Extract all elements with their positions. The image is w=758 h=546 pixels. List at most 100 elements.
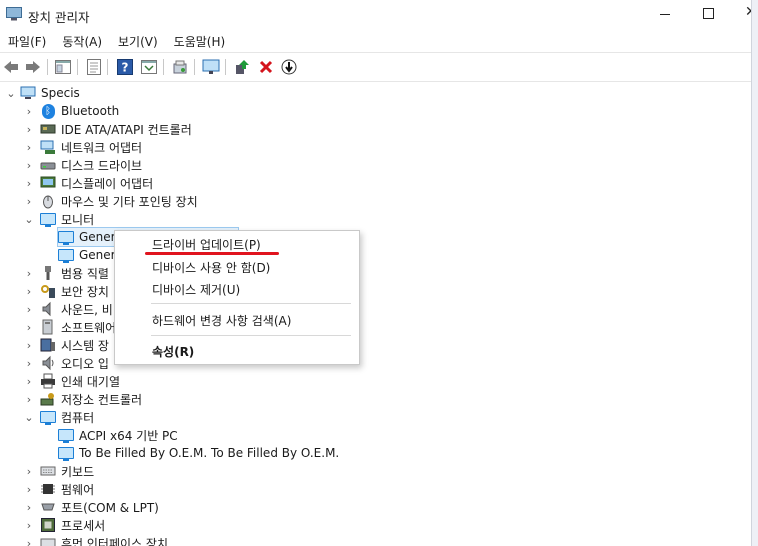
tree-item-label: 사운드, 비 bbox=[61, 302, 113, 317]
network-adapter-icon bbox=[40, 139, 56, 155]
device-manager-window: 장치 관리자 ✕ 파일(F) 동작(A) 보기(V) 도움말(H) ? bbox=[0, 0, 752, 546]
forward-arrow-icon[interactable] bbox=[24, 58, 42, 76]
menu-bar: 파일(F) 동작(A) 보기(V) 도움말(H) bbox=[0, 30, 751, 52]
tree-item-label: 디스크 드라이브 bbox=[61, 158, 143, 173]
tree-item-label: 저장소 컨트롤러 bbox=[61, 392, 143, 407]
sound-icon bbox=[40, 301, 56, 317]
tree-item-software[interactable]: 소프트웨어 bbox=[40, 318, 116, 336]
tree-item-generic-monitor-2[interactable]: Gener bbox=[58, 246, 116, 264]
chevron-right-icon[interactable]: › bbox=[24, 462, 34, 480]
chevron-right-icon[interactable]: › bbox=[24, 102, 34, 120]
disable-device-icon[interactable] bbox=[280, 58, 298, 76]
back-arrow-icon[interactable] bbox=[2, 58, 20, 76]
tree-item-computer[interactable]: 컴퓨터 bbox=[40, 408, 94, 426]
monitor-icon bbox=[40, 211, 56, 227]
maximize-button[interactable] bbox=[703, 8, 714, 19]
device-manager-app-icon bbox=[6, 7, 22, 21]
tree-item-security[interactable]: 보안 장치 bbox=[40, 282, 109, 300]
tree-item-label: IDE ATA/ATAPI 컨트롤러 bbox=[61, 122, 192, 137]
disk-drive-icon bbox=[40, 157, 56, 173]
chevron-right-icon[interactable]: › bbox=[24, 516, 34, 534]
tree-item-storage[interactable]: 저장소 컨트롤러 bbox=[40, 390, 142, 408]
system-device-icon bbox=[40, 337, 56, 353]
tree-item-firmware[interactable]: 펌웨어 bbox=[40, 480, 94, 498]
chevron-right-icon[interactable]: › bbox=[24, 120, 34, 138]
chevron-right-icon[interactable]: › bbox=[24, 174, 34, 192]
computer-icon bbox=[58, 427, 74, 443]
tree-item-processor[interactable]: 프로세서 bbox=[40, 516, 105, 534]
ide-controller-icon bbox=[40, 121, 56, 137]
chevron-right-icon[interactable]: › bbox=[24, 300, 34, 318]
monitor-scan-icon[interactable] bbox=[202, 58, 220, 76]
chevron-right-icon[interactable]: › bbox=[24, 534, 34, 546]
tree-item-mouse[interactable]: 마우스 및 기타 포인팅 장치 bbox=[40, 192, 198, 210]
context-scan-hardware[interactable]: 하드웨어 변경 사항 검색(A) bbox=[152, 312, 291, 329]
device-tree: ⌄ Specis › ᛒ Bluetooth › IDE ATA/ATAPI 컨… bbox=[0, 82, 751, 546]
menu-view[interactable]: 보기(V) bbox=[110, 33, 166, 50]
minimize-button[interactable] bbox=[660, 14, 670, 15]
tree-item-hid[interactable]: 휴먼 인터페이스 장치 bbox=[40, 534, 168, 546]
chevron-down-icon[interactable]: ⌄ bbox=[24, 210, 34, 228]
tree-item-label: 보안 장치 bbox=[61, 284, 109, 299]
chevron-down-icon[interactable]: ⌄ bbox=[24, 408, 34, 426]
context-disable-device[interactable]: 디바이스 사용 안 함(D) bbox=[152, 259, 270, 276]
context-uninstall-device[interactable]: 디바이스 제거(U) bbox=[152, 281, 240, 298]
chevron-right-icon[interactable]: › bbox=[24, 372, 34, 390]
chevron-right-icon[interactable]: › bbox=[24, 138, 34, 156]
context-update-driver[interactable]: 드라이버 업데이트(P) bbox=[152, 236, 261, 253]
printer-icon bbox=[40, 373, 56, 389]
tree-item-ports[interactable]: 포트(COM & LPT) bbox=[40, 498, 159, 516]
menu-help[interactable]: 도움말(H) bbox=[166, 33, 234, 50]
tree-item-label: 마우스 및 기타 포인팅 장치 bbox=[61, 194, 198, 209]
properties-sheet-icon[interactable] bbox=[85, 58, 103, 76]
chevron-right-icon[interactable]: › bbox=[24, 336, 34, 354]
menu-action[interactable]: 동작(A) bbox=[54, 33, 110, 50]
context-menu: 드라이버 업데이트(P) 디바이스 사용 안 함(D) 디바이스 제거(U) 하… bbox=[114, 230, 360, 365]
tree-item-monitor[interactable]: 모니터 bbox=[40, 210, 94, 228]
tree-item-system[interactable]: 시스템 장 bbox=[40, 336, 109, 354]
tree-root[interactable]: Specis bbox=[20, 84, 80, 102]
chevron-right-icon[interactable]: › bbox=[24, 498, 34, 516]
chevron-right-icon[interactable]: › bbox=[24, 282, 34, 300]
chevron-right-icon[interactable]: › bbox=[24, 192, 34, 210]
action-pane-icon[interactable] bbox=[140, 58, 158, 76]
tree-item-usb[interactable]: 범용 직렬 bbox=[40, 264, 109, 282]
scan-hardware-icon[interactable] bbox=[171, 58, 189, 76]
chevron-right-icon[interactable]: › bbox=[24, 318, 34, 336]
chevron-right-icon[interactable]: › bbox=[24, 156, 34, 174]
chevron-right-icon[interactable]: › bbox=[24, 264, 34, 282]
tree-item-network[interactable]: 네트워크 어댑터 bbox=[40, 138, 142, 156]
chevron-right-icon[interactable]: › bbox=[24, 480, 34, 498]
mouse-icon bbox=[40, 193, 56, 209]
tree-root-label: Specis bbox=[41, 86, 80, 100]
chevron-right-icon[interactable]: › bbox=[24, 390, 34, 408]
tree-item-disk[interactable]: 디스크 드라이브 bbox=[40, 156, 142, 174]
tree-item-audio-io[interactable]: 오디오 입 bbox=[40, 354, 109, 372]
monitor-icon bbox=[58, 229, 74, 245]
tree-item-sound[interactable]: 사운드, 비 bbox=[40, 300, 113, 318]
menu-file[interactable]: 파일(F) bbox=[0, 33, 54, 50]
tree-item-oem[interactable]: To Be Filled By O.E.M. To Be Filled By O… bbox=[58, 444, 339, 462]
help-icon[interactable]: ? bbox=[116, 58, 134, 76]
tree-item-label: To Be Filled By O.E.M. To Be Filled By O… bbox=[79, 446, 340, 460]
tree-item-bluetooth[interactable]: ᛒ Bluetooth bbox=[40, 102, 119, 120]
tree-item-display-adapter[interactable]: 디스플레이 어댑터 bbox=[40, 174, 153, 192]
tree-item-print-queue[interactable]: 인쇄 대기열 bbox=[40, 372, 120, 390]
uninstall-x-icon[interactable] bbox=[257, 58, 275, 76]
tree-item-keyboard[interactable]: 키보드 bbox=[40, 462, 94, 480]
tree-item-label: Gener bbox=[79, 248, 116, 262]
tree-item-label: Gener bbox=[79, 230, 116, 244]
update-driver-icon[interactable] bbox=[233, 58, 251, 76]
show-hide-console-tree-icon[interactable] bbox=[54, 58, 72, 76]
context-properties[interactable]: 속성(R) bbox=[152, 343, 194, 360]
chevron-right-icon[interactable]: › bbox=[24, 354, 34, 372]
tree-item-acpi[interactable]: ACPI x64 기반 PC bbox=[58, 426, 178, 444]
tree-item-label: 프로세서 bbox=[61, 518, 106, 533]
tree-item-label: ACPI x64 기반 PC bbox=[79, 428, 178, 443]
bluetooth-icon: ᛒ bbox=[40, 103, 56, 119]
toolbar: ? bbox=[0, 52, 751, 82]
tree-item-ide[interactable]: IDE ATA/ATAPI 컨트롤러 bbox=[40, 120, 192, 138]
close-button[interactable]: ✕ bbox=[745, 4, 751, 20]
chevron-down-icon[interactable]: ⌄ bbox=[6, 84, 16, 102]
tree-item-label: 컴퓨터 bbox=[61, 410, 95, 425]
